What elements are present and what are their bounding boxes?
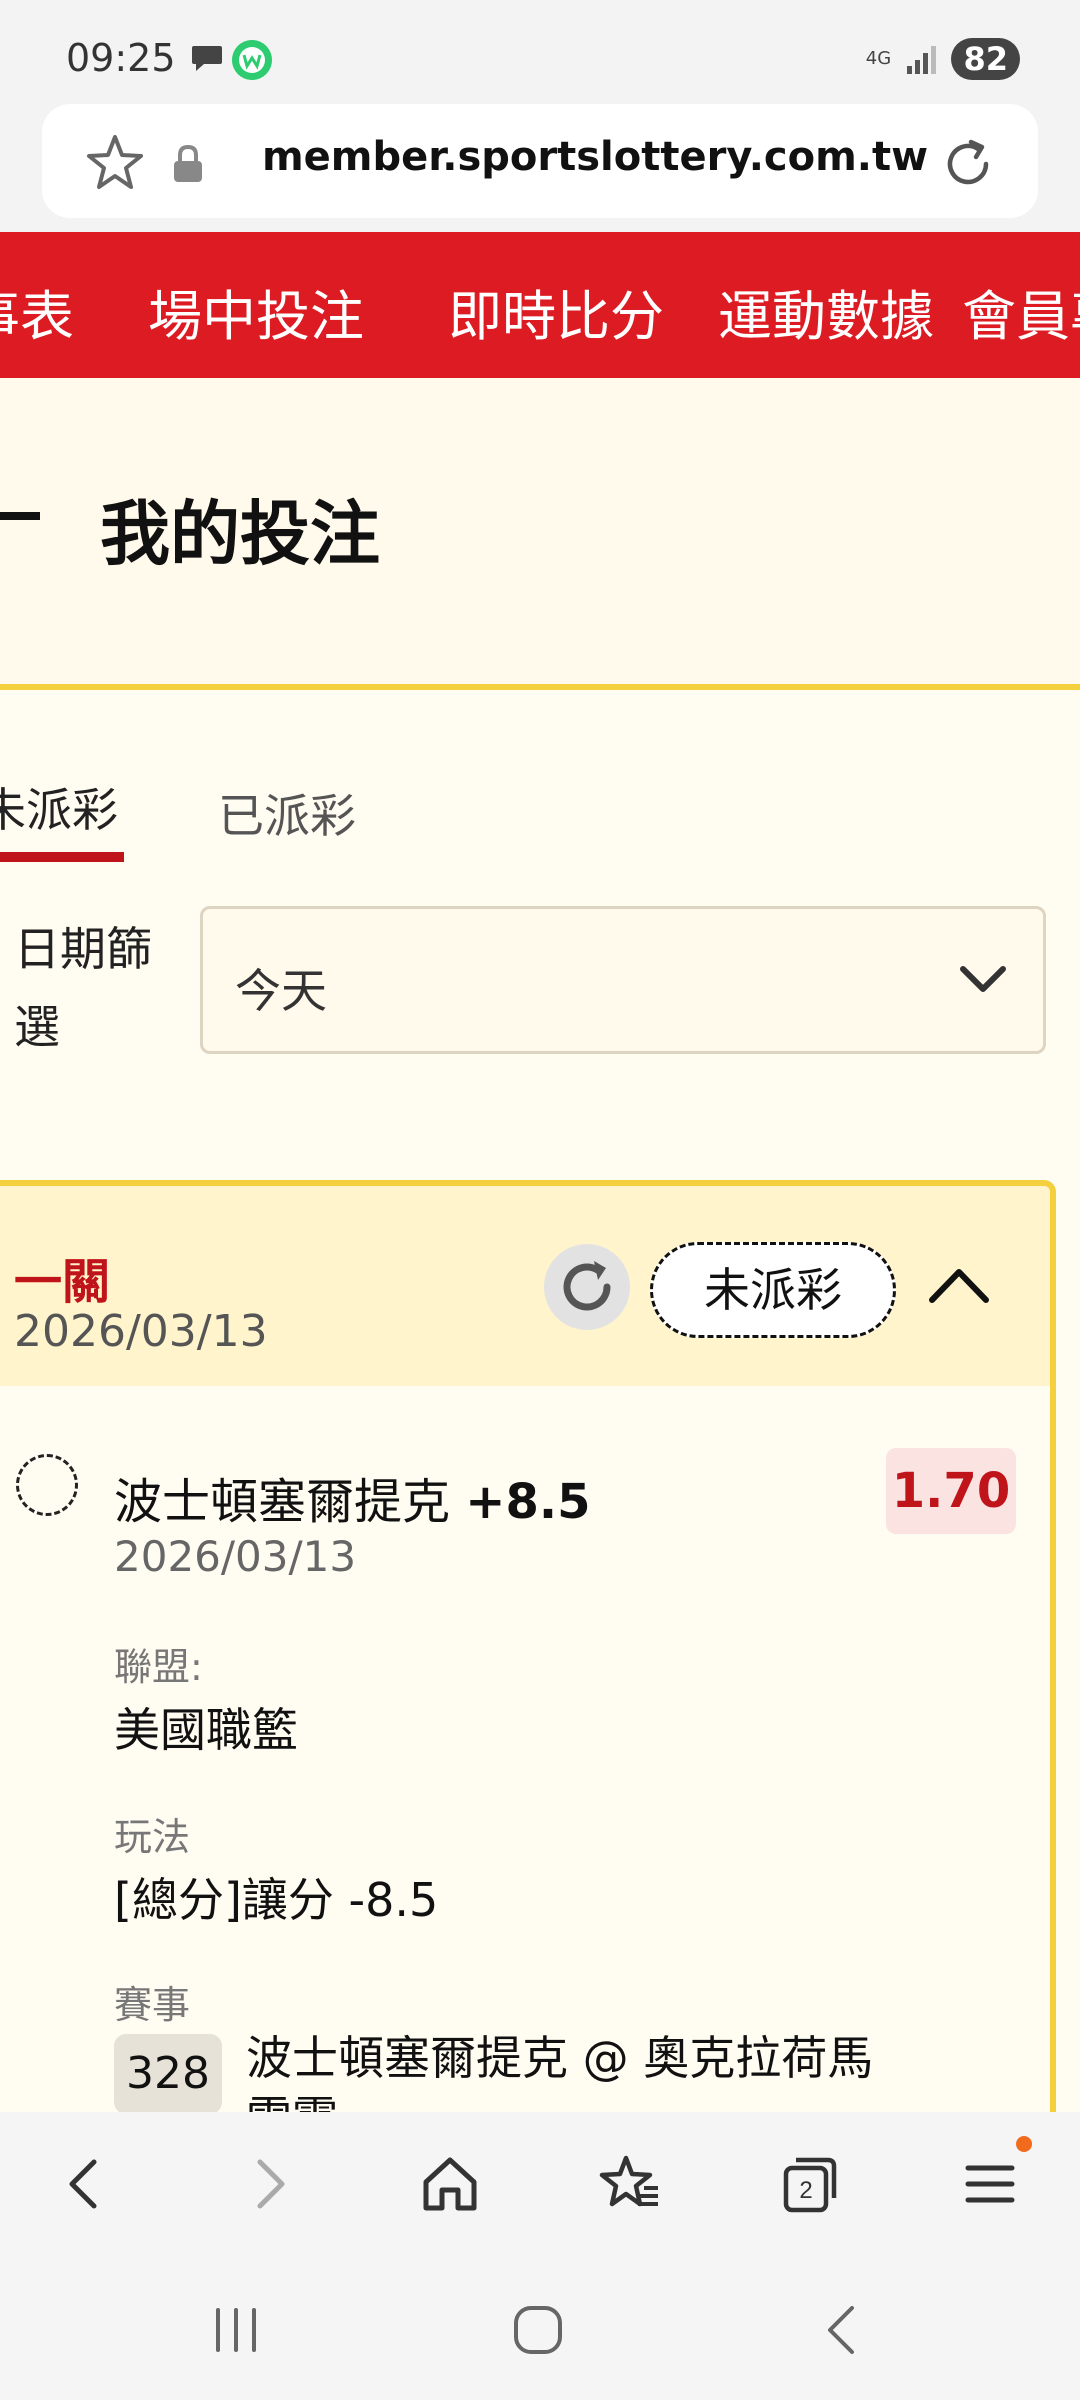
- reload-icon[interactable]: [938, 134, 998, 194]
- menu-icon[interactable]: [958, 2152, 1022, 2216]
- tab-unpaid[interactable]: 未派彩: [0, 774, 118, 840]
- url-text[interactable]: member.sportslottery.com.tw: [262, 134, 928, 180]
- back-icon[interactable]: [54, 2152, 118, 2216]
- signal-icon: [907, 46, 937, 74]
- home-nav-icon[interactable]: [508, 2300, 568, 2360]
- status-time: 09:25: [66, 36, 176, 80]
- tabs-icon[interactable]: 2: [778, 2152, 842, 2216]
- battery-indicator: 82: [951, 38, 1020, 80]
- tab-paid[interactable]: 已派彩: [218, 780, 356, 846]
- selection-team: 波士頓塞爾提克: [114, 1474, 451, 1530]
- event-label: 賽事: [114, 1983, 191, 2027]
- chevron-down-icon: [960, 966, 1006, 992]
- main-nav: 賽事表 場中投注 即時比分 運動數據 會員專區: [0, 232, 1080, 378]
- lock-icon: [174, 144, 202, 182]
- status-indicators: 4G 82: [863, 38, 1020, 80]
- league-label: 聯盟:: [114, 1645, 203, 1689]
- svg-text:2: 2: [799, 2177, 812, 2204]
- nav-item-member[interactable]: 會員專區: [962, 272, 1080, 351]
- nav-item-sports-data[interactable]: 運動數據: [718, 272, 934, 351]
- date-filter-label: 日期篩選: [14, 922, 152, 1054]
- event-code: 328: [114, 2034, 222, 2114]
- odds-badge: 1.70: [886, 1448, 1016, 1534]
- nav-item-live-score[interactable]: 即時比分: [448, 272, 664, 351]
- bet-date: 2026/03/13: [14, 1306, 268, 1357]
- bet-status-tabs: 未派彩 已派彩: [0, 696, 1080, 876]
- market-label: 玩法: [114, 1815, 191, 1859]
- bet-card-header: 一關 2026/03/13 未派彩: [0, 1186, 1050, 1386]
- url-bar[interactable]: member.sportslottery.com.tw: [42, 104, 1038, 218]
- selection-handicap: +8.5: [465, 1474, 591, 1530]
- bet-status-badge: 未派彩: [650, 1242, 896, 1338]
- league-value: 美國職籃: [114, 1703, 298, 1757]
- page-title: 我的投注: [100, 493, 380, 575]
- forward-icon[interactable]: [236, 2152, 300, 2216]
- browser-toolbar: 2: [0, 2112, 1080, 2256]
- date-filter-value: 今天: [235, 964, 327, 1018]
- refresh-button[interactable]: [544, 1244, 630, 1330]
- bookmark-star-icon[interactable]: [84, 132, 146, 194]
- selection-radio[interactable]: [16, 1454, 78, 1516]
- recent-apps-icon[interactable]: [206, 2300, 266, 2360]
- back-nav-icon[interactable]: [812, 2300, 872, 2360]
- network-label: 4G: [865, 48, 892, 69]
- browser-top-bar: member.sportslottery.com.tw: [0, 100, 1080, 232]
- market-value: [總分]讓分 -8.5: [114, 1873, 439, 1927]
- status-bar: 09:25 4G 82: [0, 0, 1080, 100]
- header-dash: [0, 512, 40, 520]
- match-date: 2026/03/13: [114, 1532, 357, 1581]
- selection-line: 波士頓塞爾提克 +8.5: [114, 1462, 591, 1532]
- nav-item-schedule[interactable]: 賽事表: [0, 272, 74, 351]
- date-filter-select[interactable]: 今天: [200, 906, 1046, 1054]
- nav-item-live-betting[interactable]: 場中投注: [148, 272, 364, 351]
- bookmarks-icon[interactable]: [598, 2152, 662, 2216]
- page-header: 我的投注: [0, 378, 1080, 690]
- system-nav-bar: [0, 2256, 1080, 2400]
- chevron-up-icon[interactable]: [924, 1260, 994, 1308]
- home-icon[interactable]: [418, 2152, 482, 2216]
- active-tab-indicator: [0, 852, 124, 862]
- app-notification-icon: [232, 40, 272, 80]
- menu-notification-dot: [1016, 2136, 1032, 2152]
- refresh-icon: [563, 1261, 611, 1311]
- bet-type: 一關: [14, 1254, 111, 1310]
- message-icon: [192, 46, 222, 71]
